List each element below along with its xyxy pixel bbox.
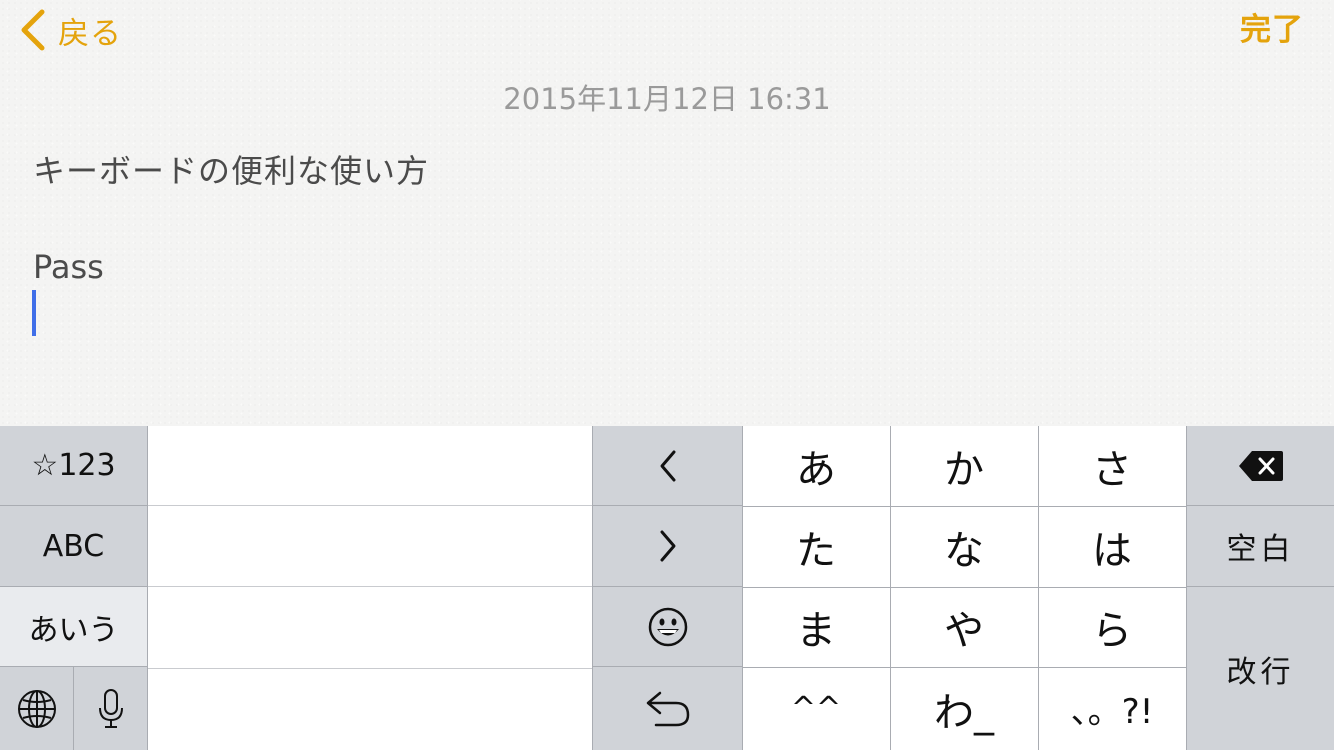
back-button[interactable]: 戻る bbox=[18, 8, 122, 52]
candidate-row[interactable] bbox=[148, 426, 592, 506]
chevron-left-icon bbox=[21, 9, 45, 51]
microphone-icon bbox=[98, 688, 123, 728]
kana-key-ya[interactable]: や bbox=[890, 587, 1038, 667]
kana-mode-key[interactable]: あいう bbox=[0, 587, 148, 667]
kana-key-ra[interactable]: ら bbox=[1038, 587, 1186, 667]
undo-icon bbox=[646, 691, 689, 726]
undo-key[interactable] bbox=[592, 667, 742, 750]
kana-key-ma[interactable]: ま bbox=[742, 587, 890, 667]
emoji-key[interactable] bbox=[592, 587, 742, 667]
note-timestamp: 2015年11月12日 16:31 bbox=[503, 82, 831, 116]
divider bbox=[1038, 426, 1039, 750]
delete-icon bbox=[1238, 450, 1283, 481]
kana-key-wa[interactable]: わ_ bbox=[890, 667, 1038, 750]
kana-key-ka[interactable]: か bbox=[890, 426, 1038, 506]
abc-mode-key[interactable]: ABC bbox=[0, 506, 148, 587]
candidate-row[interactable] bbox=[148, 506, 592, 587]
divider bbox=[890, 426, 891, 750]
globe-key[interactable] bbox=[0, 667, 74, 750]
kana-key-sa[interactable]: さ bbox=[1038, 426, 1186, 506]
text-caret bbox=[32, 290, 36, 336]
cursor-right-key[interactable] bbox=[592, 506, 742, 587]
kana-key-ta[interactable]: た bbox=[742, 506, 890, 587]
kana-key-a[interactable]: あ bbox=[742, 426, 890, 506]
divider bbox=[742, 667, 1186, 668]
candidate-row[interactable] bbox=[148, 587, 592, 669]
return-key[interactable]: 改行 bbox=[1186, 587, 1334, 750]
cursor-left-key[interactable] bbox=[592, 426, 742, 506]
delete-key[interactable] bbox=[1186, 426, 1334, 506]
divider bbox=[742, 587, 1186, 588]
smiley-icon bbox=[648, 607, 687, 646]
space-key[interactable]: 空白 bbox=[1186, 506, 1334, 587]
microphone-key[interactable] bbox=[74, 667, 148, 750]
chevron-left-icon bbox=[660, 450, 675, 481]
divider bbox=[742, 506, 1186, 507]
kaomoji-key[interactable]: ^^ bbox=[742, 667, 890, 750]
globe-icon bbox=[17, 689, 56, 728]
chevron-right-icon bbox=[660, 530, 675, 562]
note-line: Pass bbox=[33, 248, 104, 286]
divider bbox=[742, 426, 743, 750]
note-line: キーボードの便利な使い方 bbox=[33, 152, 430, 190]
note-area[interactable]: 戻る 完了 2015年11月12日 16:31 キーボードの便利な使い方 Pas… bbox=[0, 0, 1334, 426]
kana-key-na[interactable]: な bbox=[890, 506, 1038, 587]
kana-key-ha[interactable]: は bbox=[1038, 506, 1186, 587]
keyboard: ☆123 ABC あいう あ か さ た な は ま や ら ^^ わ_ 、。?… bbox=[0, 426, 1334, 750]
candidate-row[interactable] bbox=[148, 669, 592, 750]
done-button[interactable]: 完了 bbox=[1240, 8, 1304, 52]
numbers-mode-key[interactable]: ☆123 bbox=[0, 426, 148, 506]
punctuation-key[interactable]: 、。?! bbox=[1038, 667, 1186, 750]
back-label: 戻る bbox=[58, 15, 122, 52]
